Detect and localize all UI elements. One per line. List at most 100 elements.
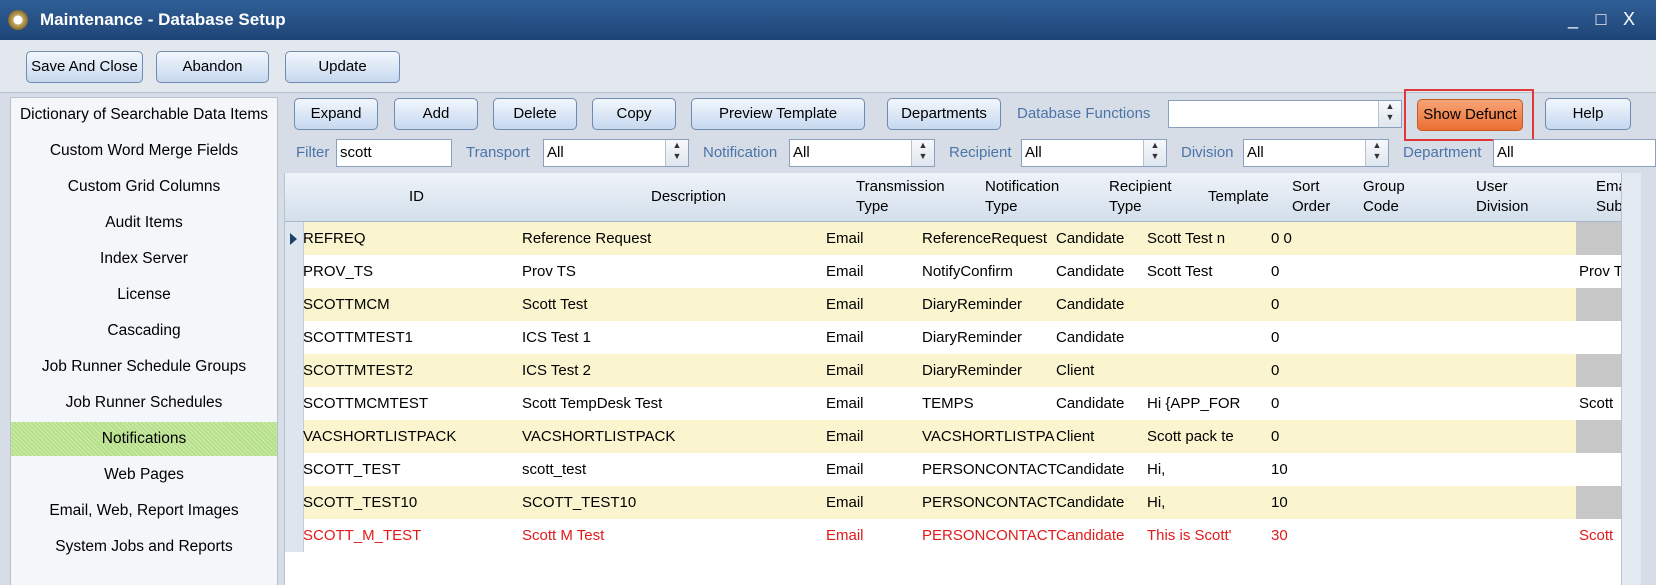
cell-sort[interactable]: 0 [1271,288,1311,321]
cell-sort[interactable]: 10 [1271,453,1311,486]
cell-user-division[interactable] [1408,222,1528,255]
nav-item-job-runner-schedules[interactable]: Job Runner Schedules [11,386,277,420]
spinner-arrows-icon[interactable]: ▲ ▼ [911,140,934,166]
cell-notification[interactable]: NotifyConfirm [922,255,1062,288]
cell-group[interactable] [1322,486,1392,519]
cell-sort[interactable]: 0 [1271,420,1311,453]
header-group-code[interactable]: Group Code [1363,177,1405,217]
cell-recipient[interactable]: Client [1056,420,1146,453]
cell-notification[interactable]: PERSONCONTACT [922,486,1062,519]
cell-template[interactable]: This is Scott' [1147,519,1242,552]
transport-select[interactable]: All ▲ ▼ [543,139,689,167]
cell-id[interactable]: SCOTT_M_TEST [303,519,503,552]
nav-item-index-server[interactable]: Index Server [11,242,277,276]
cell-notification[interactable]: DiaryReminder [922,354,1062,387]
cell-group[interactable] [1322,354,1392,387]
nav-item-license[interactable]: License [11,278,277,312]
cell-email-subject[interactable] [1579,420,1621,453]
notification-select[interactable]: All ▲ ▼ [789,139,935,167]
nav-item-web-pages[interactable]: Web Pages [11,458,277,492]
nav-item-email-web-report-images[interactable]: Email, Web, Report Images [11,494,277,528]
row-header[interactable] [285,255,304,288]
cell-transmission[interactable]: Email [826,519,916,552]
cell-recipient[interactable]: Candidate [1056,222,1146,255]
cell-notification[interactable]: PERSONCONTACT [922,519,1062,552]
cell-notification[interactable]: DiaryReminder [922,321,1062,354]
cell-sort[interactable]: 0 [1271,255,1311,288]
cell-description[interactable]: Scott Test [522,288,802,321]
cell-user-division[interactable] [1408,519,1528,552]
cell-sort[interactable]: 0 0 [1271,222,1311,255]
cell-email-subject[interactable]: Scott [1579,519,1621,552]
header-notification[interactable]: Notification Type [985,177,1059,217]
cell-description[interactable]: ICS Test 1 [522,321,802,354]
cell-user-division[interactable] [1408,255,1528,288]
cell-id[interactable]: SCOTT_TEST10 [303,486,503,519]
filter-input[interactable]: scott [336,139,452,167]
cell-notification[interactable]: PERSONCONTACT [922,453,1062,486]
cell-sort[interactable]: 0 [1271,354,1311,387]
cell-notification[interactable]: VACSHORTLISTPA [922,420,1062,453]
nav-item-job-runner-schedule-groups[interactable]: Job Runner Schedule Groups [11,350,277,384]
copy-button[interactable]: Copy [592,98,676,130]
header-transmission[interactable]: Transmission Type [856,177,945,217]
row-header[interactable] [285,288,304,321]
cell-recipient[interactable]: Client [1056,354,1146,387]
cell-template[interactable]: Scott Test n [1147,222,1242,255]
header-user-division[interactable]: User Division [1476,177,1529,217]
cell-recipient[interactable]: Candidate [1056,453,1146,486]
row-header[interactable] [285,354,304,387]
cell-notification[interactable]: TEMPS [922,387,1062,420]
save-and-close-button[interactable]: Save And Close [26,51,143,83]
cell-id[interactable]: SCOTTMTEST2 [303,354,503,387]
header-sort-order[interactable]: Sort Order [1292,177,1330,217]
cell-group[interactable] [1322,222,1392,255]
cell-recipient[interactable]: Candidate [1056,321,1146,354]
header-template[interactable]: Template [1208,187,1269,207]
nav-item-cascading[interactable]: Cascading [11,314,277,348]
cell-email-subject[interactable] [1579,453,1621,486]
cell-description[interactable]: Prov TS [522,255,802,288]
table-row[interactable]: SCOTTMTEST2 ICS Test 2 Email DiaryReminder C… [285,354,1641,387]
row-header[interactable] [285,420,304,453]
division-select[interactable]: All ▲ ▼ [1243,139,1389,167]
abandon-button[interactable]: Abandon [156,51,269,83]
cell-transmission[interactable]: Email [826,387,916,420]
cell-id[interactable]: VACSHORTLISTPACK [303,420,503,453]
cell-description[interactable]: scott_test [522,453,802,486]
department-select[interactable]: All [1493,139,1656,167]
cell-description[interactable]: VACSHORTLISTPACK [522,420,802,453]
cell-user-division[interactable] [1408,288,1528,321]
cell-id[interactable]: REFREQ [303,222,503,255]
spinner-arrows-icon[interactable]: ▲ ▼ [1365,140,1388,166]
delete-button[interactable]: Delete [493,98,577,130]
cell-template[interactable] [1147,321,1242,354]
cell-recipient[interactable]: Candidate [1056,519,1146,552]
cell-user-division[interactable] [1408,486,1528,519]
table-row[interactable]: PROV_TS Prov TS Email NotifyConfirm Candidat… [285,255,1641,288]
cell-email-subject[interactable] [1579,288,1621,321]
cell-group[interactable] [1322,321,1392,354]
cell-recipient[interactable]: Candidate [1056,255,1146,288]
cell-template[interactable]: Hi, [1147,486,1242,519]
cell-template[interactable] [1147,354,1242,387]
cell-group[interactable] [1322,453,1392,486]
cell-group[interactable] [1322,420,1392,453]
cell-sort[interactable]: 10 [1271,486,1311,519]
cell-description[interactable]: Reference Request [522,222,802,255]
cell-template[interactable]: Scott pack te [1147,420,1242,453]
header-description[interactable]: Description [651,187,726,207]
row-header[interactable] [285,453,304,486]
table-row[interactable]: SCOTTMCM Scott Test Email DiaryReminder Cand… [285,288,1641,321]
spinner-arrows-icon[interactable]: ▲ ▼ [1378,101,1401,127]
nav-item-notifications[interactable]: Notifications [11,422,277,456]
cell-group[interactable] [1322,519,1392,552]
nav-item-audit-items[interactable]: Audit Items [11,206,277,240]
table-row[interactable]: SCOTT_TEST scott_test Email PERSONCONTACT Ca… [285,453,1641,486]
cell-email-subject[interactable] [1579,321,1621,354]
table-row[interactable]: SCOTTMTEST1 ICS Test 1 Email DiaryReminder C… [285,321,1641,354]
cell-id[interactable]: SCOTT_TEST [303,453,503,486]
cell-template[interactable]: Hi, [1147,453,1242,486]
nav-item-system-jobs-and-reports[interactable]: System Jobs and Reports [11,530,277,564]
cell-group[interactable] [1322,255,1392,288]
